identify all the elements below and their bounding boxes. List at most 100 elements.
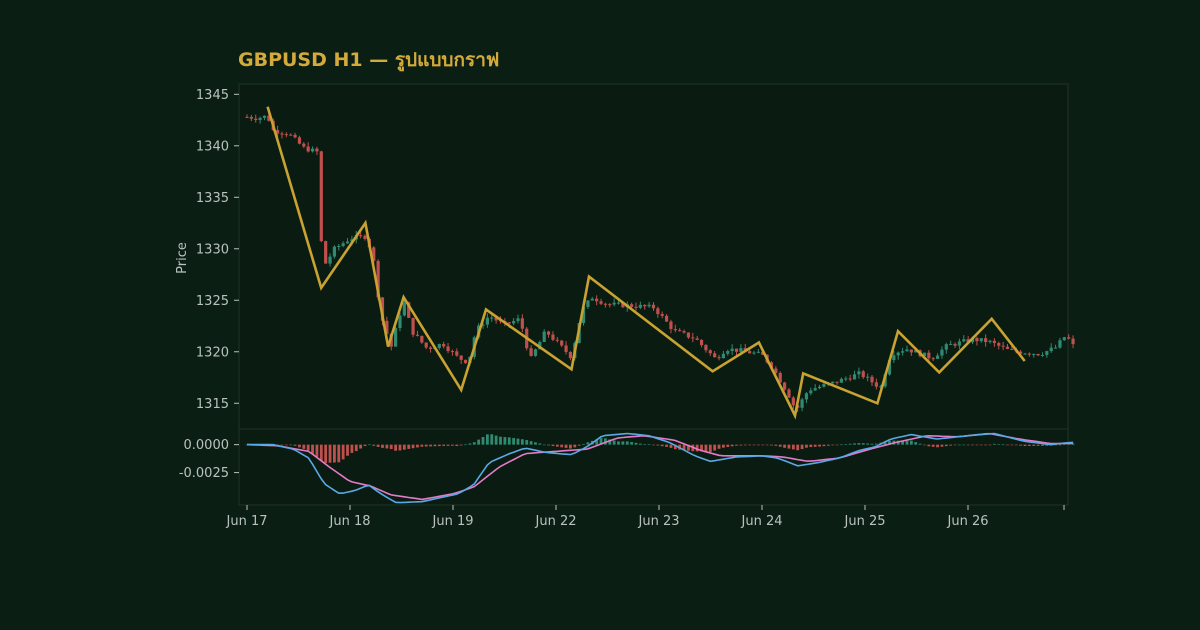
macd-histogram-bar (424, 444, 428, 447)
macd-histogram-bar (284, 444, 288, 446)
candle-body (861, 371, 865, 378)
candle-body (984, 338, 988, 343)
macd-histogram-bar (966, 444, 970, 446)
candle-body (245, 116, 249, 118)
macd-histogram-bar (669, 444, 673, 448)
macd-histogram-bar (722, 444, 725, 448)
macd-histogram-bar (534, 442, 537, 445)
candle-body (1023, 353, 1027, 355)
macd-histogram-bar (853, 443, 856, 445)
macd-histogram-bar (433, 444, 437, 447)
macd-histogram-bar (992, 443, 996, 445)
candle-body (341, 243, 345, 246)
macd-histogram-bar (499, 436, 502, 445)
candle-body (337, 245, 341, 247)
candle-body (953, 343, 957, 346)
macd-histogram-bar (905, 440, 909, 445)
candle-body (590, 298, 594, 301)
candle-body (490, 317, 494, 319)
candle-body (359, 235, 363, 237)
candle-body (254, 118, 258, 120)
candle-body (787, 389, 791, 398)
macd-histogram-bar (490, 434, 494, 445)
candle-body (935, 355, 940, 359)
macd-histogram-bar (451, 444, 454, 446)
time-tick-label: Jun 18 (329, 514, 371, 529)
macd-histogram-bar (442, 444, 446, 446)
macd-histogram-bar (874, 443, 878, 445)
candle-body (512, 321, 516, 324)
price-tick-label: 1345 (196, 88, 229, 103)
time-tick-label: Jun 17 (226, 514, 268, 529)
price-tick-label: 1320 (196, 345, 229, 360)
candle-body (874, 382, 878, 387)
macd-histogram-bar (420, 444, 424, 447)
candle-body (293, 134, 297, 138)
candle-body (962, 339, 966, 342)
candle-body (931, 358, 935, 360)
macd-histogram-bar (407, 444, 411, 449)
macd-histogram-bar (367, 444, 371, 446)
candle-body (586, 300, 590, 307)
macd-histogram-bar (770, 444, 773, 446)
macd-histogram-bar (507, 437, 511, 445)
macd-histogram-bar (1019, 444, 1023, 446)
candle-body (835, 381, 839, 383)
macd-histogram-bar (389, 444, 393, 450)
macd-histogram-bar (778, 444, 782, 447)
candle-body (857, 371, 861, 375)
candle-body (284, 134, 288, 136)
candle-body (809, 390, 813, 394)
macd-histogram-bar (302, 444, 306, 449)
macd-panel (238, 428, 1069, 506)
macd-histogram-bar (346, 444, 349, 456)
candle-body (280, 133, 284, 135)
candle-body (748, 351, 752, 354)
candle-body (555, 339, 559, 341)
macd-histogram-bar (656, 444, 660, 446)
candle-body (909, 349, 913, 353)
candle-body (442, 344, 446, 347)
candle-body (612, 302, 616, 305)
macd-histogram-bar (542, 444, 546, 446)
candle-body (603, 303, 607, 305)
macd-histogram-bar (800, 444, 804, 450)
candle-body (739, 348, 743, 352)
macd-histogram-bar (525, 440, 529, 445)
macd-histogram-bar (333, 444, 336, 463)
candle-body (551, 334, 555, 340)
candle-body (686, 332, 691, 338)
candle-body (542, 331, 546, 342)
candle-body (315, 148, 319, 152)
macd-histogram-bar (376, 444, 380, 447)
candle-body (424, 342, 428, 348)
macd-histogram-bar (437, 444, 441, 447)
candle-body (345, 241, 350, 244)
candle-body (1036, 354, 1040, 356)
candle-body (411, 317, 415, 335)
macd-histogram-bar (765, 444, 769, 446)
candle-body (459, 355, 463, 360)
macd-histogram-bar (464, 444, 467, 446)
candle-body (485, 317, 489, 325)
candle-body (249, 117, 253, 119)
price-tick-label: 1335 (196, 191, 229, 206)
macd-histogram-bar (1006, 444, 1009, 446)
candle-body (844, 378, 848, 380)
candle-body (643, 304, 647, 307)
candle-body (520, 318, 524, 329)
macd-histogram-bar (577, 444, 581, 446)
candle-body (1005, 346, 1010, 350)
candle-body (839, 378, 844, 383)
macd-histogram-bar (472, 442, 476, 445)
candle-body (1027, 353, 1031, 355)
macd-histogram-bar (630, 442, 634, 445)
macd-histogram-bar (857, 443, 861, 445)
macd-histogram-bar (477, 439, 481, 445)
candle-body (752, 352, 756, 354)
candle-body (398, 315, 402, 329)
candle-body (289, 134, 293, 136)
candle-body (717, 357, 721, 359)
candle-body (463, 359, 468, 364)
candle-body (660, 314, 664, 316)
